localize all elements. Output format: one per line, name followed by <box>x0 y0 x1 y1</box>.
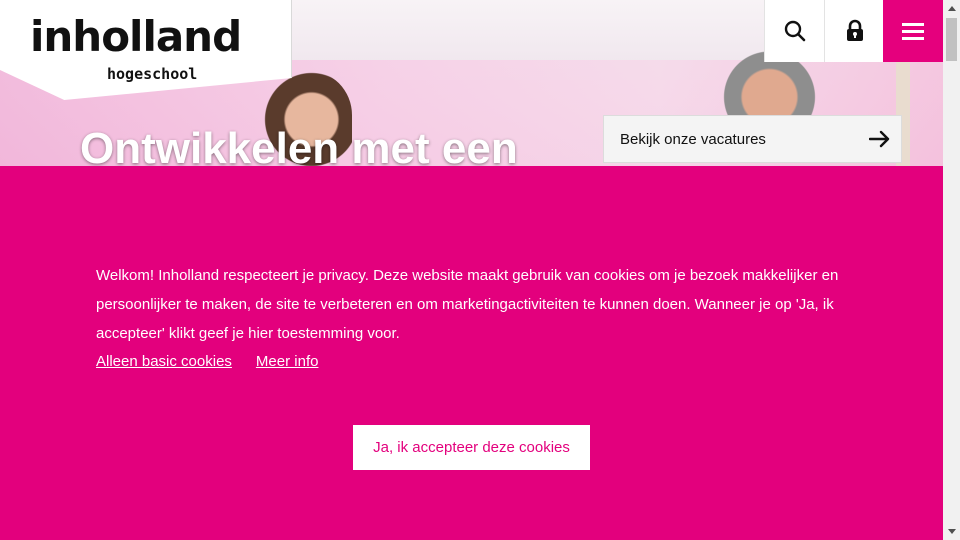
vacatures-label: Bekijk onze vacatures <box>620 130 766 148</box>
lock-icon <box>846 19 863 41</box>
scroll-down-button[interactable] <box>943 523 960 540</box>
login-button[interactable] <box>824 0 884 62</box>
search-icon <box>784 20 805 42</box>
accept-cookies-button[interactable]: Ja, ik accepteer deze cookies <box>353 425 590 470</box>
scroll-thumb[interactable] <box>946 18 957 61</box>
arrow-right-icon <box>869 130 890 148</box>
menu-button[interactable] <box>883 0 943 62</box>
scroll-up-button[interactable] <box>943 0 960 17</box>
cookie-links: Alleen basic cookies Meer info <box>96 353 318 370</box>
cookie-consent-banner: Welkom! Inholland respecteert je privacy… <box>0 166 943 540</box>
hamburger-menu-icon <box>902 23 924 40</box>
basic-cookies-link[interactable]: Alleen basic cookies <box>96 353 232 370</box>
cookie-message: Welkom! Inholland respecteert je privacy… <box>96 267 839 342</box>
logo-wordmark: inholland <box>30 12 242 61</box>
scroll-up-arrow-icon <box>947 6 956 11</box>
more-info-link[interactable]: Meer info <box>256 353 319 370</box>
scroll-down-arrow-icon <box>947 529 956 534</box>
vacatures-button[interactable]: Bekijk onze vacatures <box>603 115 902 163</box>
page-scrollbar[interactable] <box>943 0 960 540</box>
logo-subtext: hogeschool <box>107 65 198 83</box>
search-button[interactable] <box>764 0 824 62</box>
